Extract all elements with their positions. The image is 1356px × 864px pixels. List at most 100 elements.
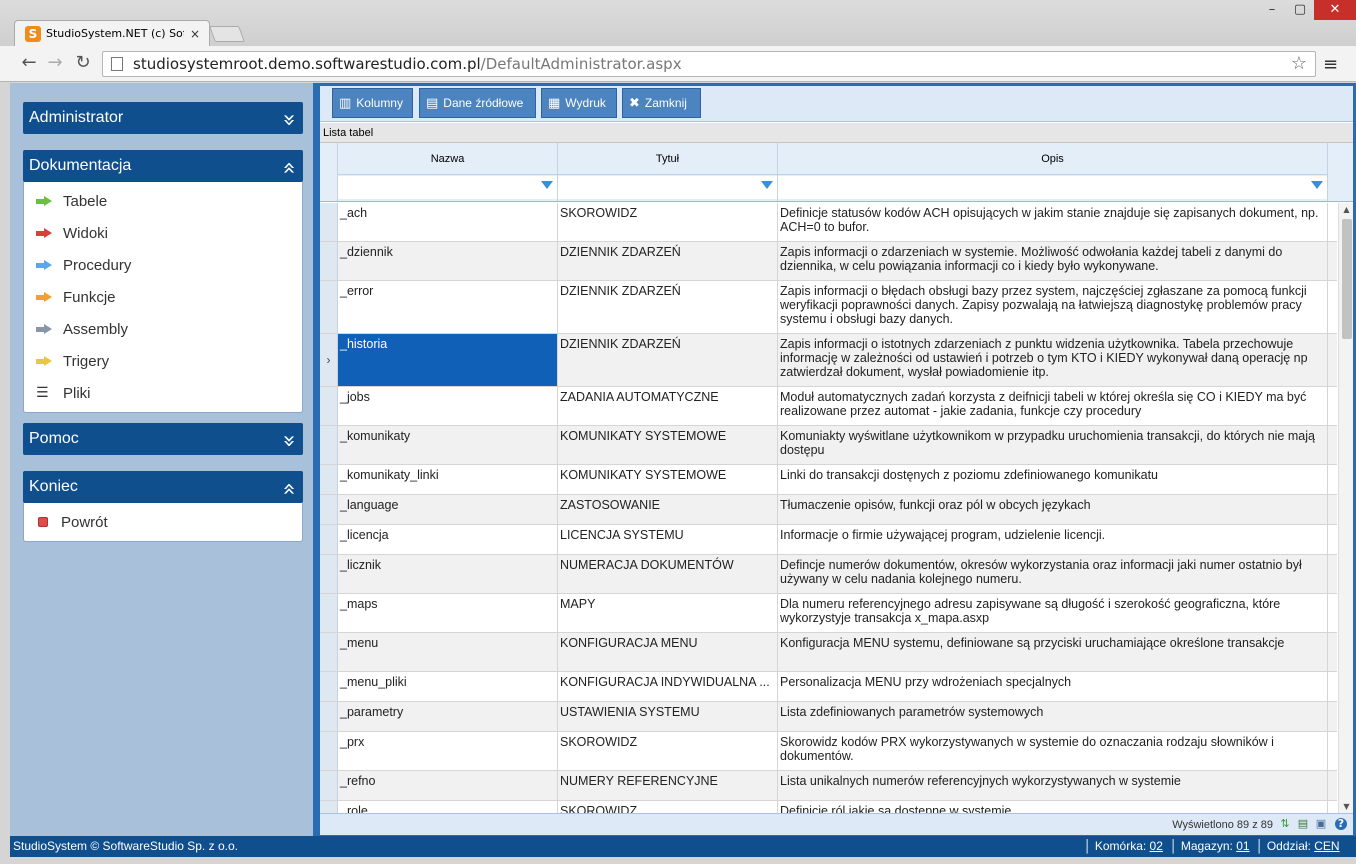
cell-tytul[interactable]: ZADANIA AUTOMATYCZNE — [558, 387, 778, 425]
browser-tab[interactable]: S StudioSystem.NET (c) Software × — [14, 20, 210, 46]
row-indicator[interactable] — [320, 771, 338, 800]
table-row[interactable]: _licznik NUMERACJA DOKUMENTÓW Defincje num… — [320, 555, 1337, 594]
cell-nazwa[interactable]: _dziennik — [338, 242, 558, 280]
back-arrow-icon[interactable]: ← — [18, 52, 40, 74]
row-indicator[interactable] — [320, 387, 338, 425]
table-row-selected[interactable]: › _historia DZIENNIK ZDARZEŃ Zapis informac… — [320, 334, 1337, 387]
cell-opis[interactable]: Tłumaczenie opisów, funkcji oraz pól w o… — [778, 495, 1328, 524]
cell-nazwa[interactable]: _role — [338, 801, 558, 813]
cell-nazwa[interactable]: _language — [338, 495, 558, 524]
row-indicator[interactable] — [320, 203, 338, 241]
cell-tytul[interactable]: KOMUNIKATY SYSTEMOWE — [558, 426, 778, 464]
expand-chevron-icon[interactable]: » — [272, 434, 304, 443]
scroll-down-icon[interactable]: ▼ — [1339, 802, 1354, 811]
new-tab-button[interactable] — [209, 26, 245, 42]
cell-opis[interactable]: Zapis informacji o zdarzeniach w systemi… — [778, 242, 1328, 280]
cell-nazwa[interactable]: _historia — [338, 334, 558, 386]
cell-nazwa[interactable]: _error — [338, 281, 558, 333]
magazyn-link[interactable]: 01 — [1236, 839, 1249, 853]
cell-opis[interactable]: Definicje ról jakie są dostępne w system… — [778, 801, 1328, 813]
table-row[interactable]: _role SKOROWIDZ Definicje ról jakie są dos… — [320, 801, 1337, 813]
cell-nazwa[interactable]: _komunikaty — [338, 426, 558, 464]
cell-opis[interactable]: Dla numeru referencyjnego adresu zapisyw… — [778, 594, 1328, 632]
cell-tytul[interactable]: SKOROWIDZ — [558, 203, 778, 241]
forward-arrow-icon[interactable]: → — [44, 52, 66, 74]
cell-tytul[interactable]: SKOROWIDZ — [558, 732, 778, 770]
row-indicator[interactable] — [320, 732, 338, 770]
vertical-scrollbar[interactable]: ▲ ▼ — [1338, 203, 1353, 813]
column-header-tytul[interactable]: Tytuł — [558, 143, 778, 201]
table-row[interactable]: _parametry USTAWIENIA SYSTEMU Lista zdefin… — [320, 702, 1337, 732]
maximize-button[interactable]: ▢ — [1286, 0, 1314, 20]
cell-nazwa[interactable]: _licznik — [338, 555, 558, 593]
cell-nazwa[interactable]: _refno — [338, 771, 558, 800]
cell-opis[interactable]: Lista zdefiniowanych parametrów systemow… — [778, 702, 1328, 731]
sidebar-item-pliki[interactable]: ☰ Pliki — [24, 377, 302, 409]
cell-tytul[interactable]: MAPY — [558, 594, 778, 632]
row-indicator[interactable] — [320, 465, 338, 494]
bookmark-star-icon[interactable]: ☆ — [1291, 53, 1307, 74]
sidebar-item-assembly[interactable]: Assembly — [24, 313, 302, 345]
filter-input-opis[interactable] — [778, 176, 1327, 199]
table-row[interactable]: _komunikaty KOMUNIKATY SYSTEMOWE Komuniakt… — [320, 426, 1337, 465]
komorka-link[interactable]: 02 — [1150, 839, 1163, 853]
cell-opis[interactable]: Personalizacja MENU przy wdrożeniach spe… — [778, 672, 1328, 701]
cell-opis[interactable]: Konfiguracja MENU systemu, definiowane s… — [778, 633, 1328, 671]
export-icon[interactable]: ▤ — [1297, 818, 1309, 830]
row-indicator[interactable] — [320, 495, 338, 524]
wydruk-button[interactable]: ▦ Wydruk — [541, 88, 617, 118]
cell-opis[interactable]: Zapis informacji o istotnych zdarzeniach… — [778, 334, 1328, 386]
table-row[interactable]: _error DZIENNIK ZDARZEŃ Zapis informacji o… — [320, 281, 1337, 334]
scroll-up-icon[interactable]: ▲ — [1339, 205, 1354, 214]
cell-nazwa[interactable]: _menu — [338, 633, 558, 671]
filter-icon[interactable] — [761, 181, 773, 189]
help-icon[interactable]: ? — [1335, 818, 1347, 830]
table-row[interactable]: _menu_pliki KONFIGURACJA INDYWIDUALNA ...… — [320, 672, 1337, 702]
cell-nazwa[interactable]: _jobs — [338, 387, 558, 425]
cell-opis[interactable]: Informacje o firmie używającej program, … — [778, 525, 1328, 554]
filter-input-tytul[interactable] — [558, 176, 777, 199]
cell-tytul[interactable]: KONFIGURACJA MENU — [558, 633, 778, 671]
cell-tytul[interactable]: DZIENNIK ZDARZEŃ — [558, 334, 778, 386]
panel-header-dokumentacja[interactable]: Dokumentacja « — [23, 150, 303, 182]
cell-tytul[interactable]: LICENCJA SYSTEMU — [558, 525, 778, 554]
filter-input-nazwa[interactable] — [338, 176, 557, 199]
cell-nazwa[interactable]: _maps — [338, 594, 558, 632]
sidebar-item-tabele[interactable]: Tabele — [24, 185, 302, 217]
cell-opis[interactable]: Moduł automatycznych zadań korzysta z de… — [778, 387, 1328, 425]
kolumny-button[interactable]: ▥ Kolumny — [332, 88, 413, 118]
cell-opis[interactable]: Komuniakty wyświtlane użytkownikom w prz… — [778, 426, 1328, 464]
cell-opis[interactable]: Linki do transakcji dostęnych z poziomu … — [778, 465, 1328, 494]
close-window-button[interactable]: ✕ — [1314, 0, 1356, 20]
cell-nazwa[interactable]: _komunikaty_linki — [338, 465, 558, 494]
browser-menu-icon[interactable]: ≡ — [1323, 54, 1338, 75]
cell-opis[interactable]: Skorowidz kodów PRX wykorzystywanych w s… — [778, 732, 1328, 770]
row-indicator[interactable] — [320, 801, 338, 813]
download-icon[interactable]: ▣ — [1315, 818, 1327, 830]
row-indicator[interactable] — [320, 281, 338, 333]
row-indicator[interactable] — [320, 672, 338, 701]
filter-icon[interactable] — [541, 181, 553, 189]
table-row[interactable]: _language ZASTOSOWANIE Tłumaczenie opisów,… — [320, 495, 1337, 525]
row-indicator[interactable] — [320, 702, 338, 731]
cell-nazwa[interactable]: _menu_pliki — [338, 672, 558, 701]
cell-tytul[interactable]: NUMERY REFERENCYJNE — [558, 771, 778, 800]
scrollbar-thumb[interactable] — [1342, 219, 1352, 339]
cell-opis[interactable]: Zapis informacji o błędach obsługi bazy … — [778, 281, 1328, 333]
sidebar-item-powrot[interactable]: Powrót — [24, 506, 302, 538]
table-row[interactable]: _menu KONFIGURACJA MENU Konfiguracja MENU … — [320, 633, 1337, 672]
sidebar-item-procedury[interactable]: Procedury — [24, 249, 302, 281]
panel-header-pomoc[interactable]: Pomoc » — [23, 423, 303, 455]
cell-nazwa[interactable]: _parametry — [338, 702, 558, 731]
table-row[interactable]: _komunikaty_linki KOMUNIKATY SYSTEMOWE Lin… — [320, 465, 1337, 495]
refresh-icon[interactable]: ⇅ — [1279, 818, 1291, 830]
table-row[interactable]: _refno NUMERY REFERENCYJNE Lista unikalnyc… — [320, 771, 1337, 801]
url-input[interactable]: studiosystemroot.demo.softwarestudio.com… — [102, 51, 1316, 77]
cell-nazwa[interactable]: _ach — [338, 203, 558, 241]
table-row[interactable]: _ach SKOROWIDZ Definicje statusów kodów AC… — [320, 203, 1337, 242]
row-indicator[interactable] — [320, 555, 338, 593]
cell-opis[interactable]: Defincje numerów dokumentów, okresów wyk… — [778, 555, 1328, 593]
panel-header-administrator[interactable]: Administrator » — [23, 102, 303, 134]
selected-row-chevron-icon[interactable]: › — [320, 334, 338, 386]
cell-opis[interactable]: Definicje statusów kodów ACH opisujących… — [778, 203, 1328, 241]
